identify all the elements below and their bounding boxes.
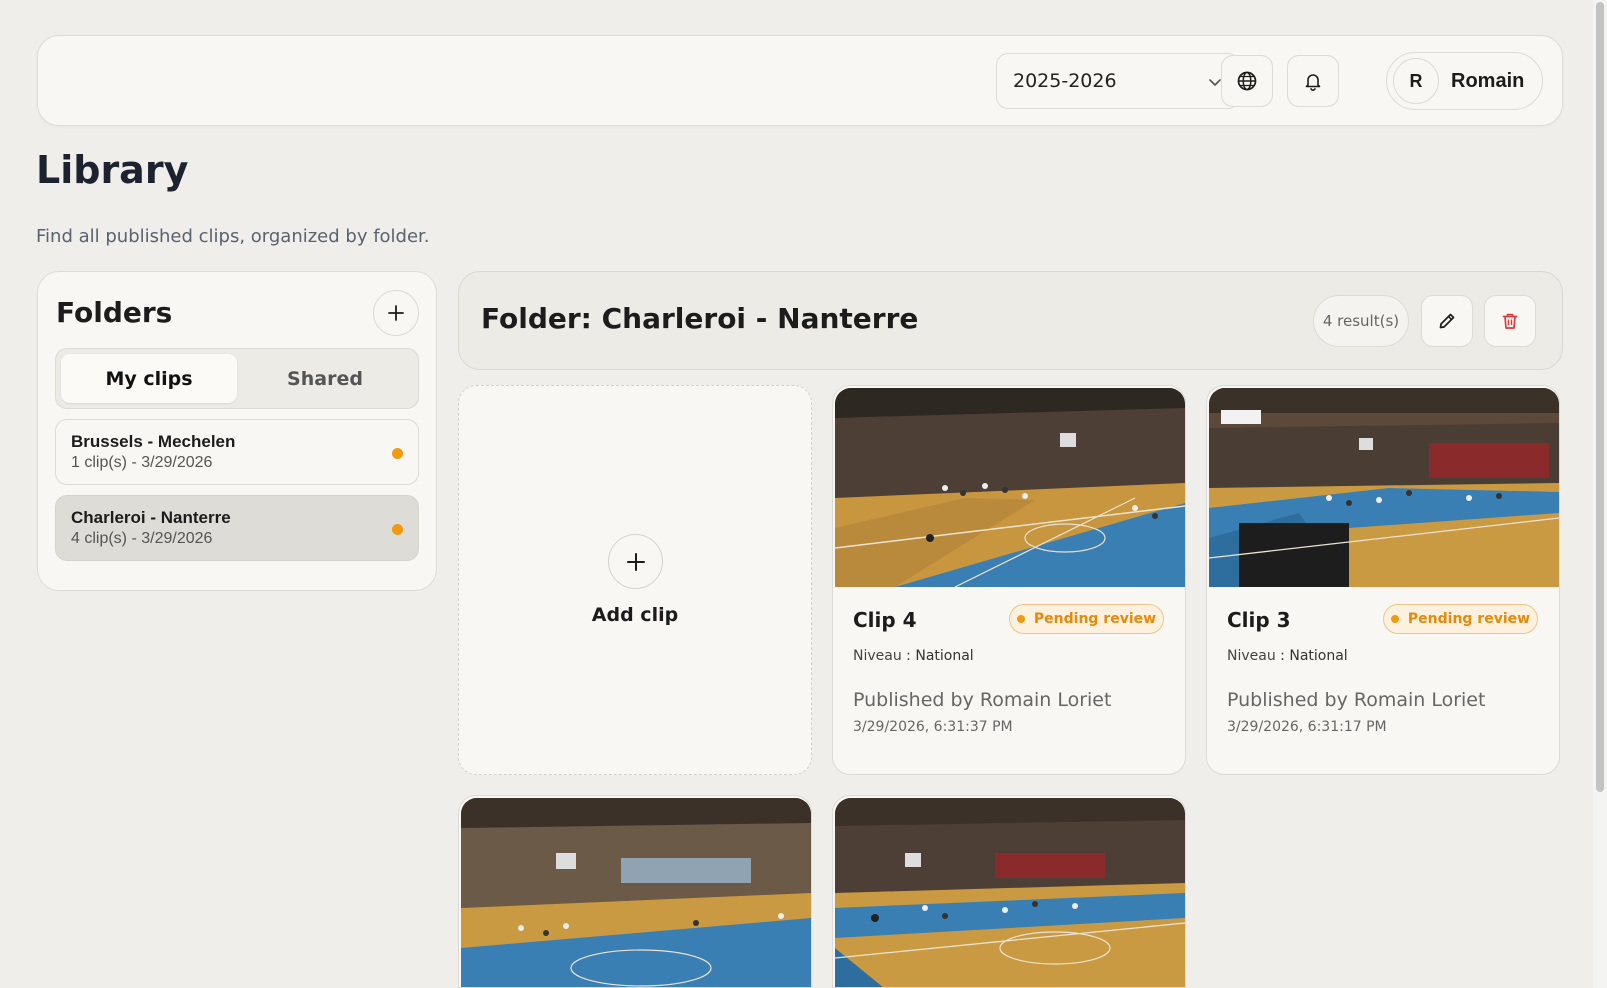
delete-folder-button[interactable] [1484, 295, 1536, 347]
clip-published-by: Published by Romain Loriet [853, 689, 1112, 711]
clip-card[interactable] [832, 795, 1186, 988]
status-label: Pending review [1033, 611, 1157, 627]
season-select-value: 2025-2026 [1013, 70, 1117, 92]
clip-level: Niveau : National [853, 648, 974, 664]
folders-panel: Folders My clips Shared Brussels - Meche… [37, 271, 437, 591]
level-label: Niveau [1227, 648, 1276, 664]
level-separator: : [1275, 648, 1290, 664]
clip-published-by: Published by Romain Loriet [1227, 689, 1486, 711]
folder-meta: 4 clip(s) - 3/29/2026 [71, 530, 213, 547]
clip-card[interactable] [458, 795, 812, 988]
notifications-button[interactable] [1287, 55, 1339, 107]
level-value: National [1289, 648, 1348, 664]
folder-item-brussels-mechelen[interactable]: Brussels - Mechelen 1 clip(s) - 3/29/202… [55, 419, 419, 485]
level-separator: : [901, 648, 916, 664]
add-clip-label: Add clip [591, 604, 679, 626]
folder-item-charleroi-nanterre[interactable]: Charleroi - Nanterre 4 clip(s) - 3/29/20… [55, 495, 419, 561]
edit-folder-button[interactable] [1421, 295, 1473, 347]
plus-icon [626, 552, 645, 571]
add-folder-button[interactable] [373, 290, 419, 336]
page-subtitle: Find all published clips, organized by f… [36, 226, 430, 247]
result-count-badge: 4 result(s) [1313, 295, 1409, 347]
status-badge: Pending review [1009, 604, 1164, 634]
clip-thumbnail[interactable] [835, 388, 1185, 587]
clip-card[interactable]: Clip 4 Pending review Niveau : National … [832, 385, 1186, 775]
clip-title: Clip 4 [853, 608, 917, 632]
user-menu-button[interactable]: R Romain [1386, 52, 1543, 110]
top-bar: 2025-2026 R Romain [37, 35, 1563, 126]
clip-date: 3/29/2026, 6:31:37 PM [853, 719, 1013, 735]
plus-icon [388, 305, 404, 321]
folder-header: Folder: Charleroi - Nanterre 4 result(s) [458, 271, 1563, 370]
clip-level: Niveau : National [1227, 648, 1348, 664]
tab-my-clips[interactable]: My clips [61, 354, 237, 403]
status-dot [1016, 615, 1025, 623]
status-badge: Pending review [1383, 604, 1538, 634]
trash-icon [1502, 313, 1518, 329]
folder-name: Charleroi - Nanterre [71, 508, 231, 527]
folder-tabs: My clips Shared [55, 348, 419, 409]
pencil-icon [1439, 313, 1455, 329]
clip-thumbnail[interactable] [461, 798, 811, 987]
clip-thumbnail[interactable] [835, 798, 1185, 987]
season-select[interactable]: 2025-2026 [996, 53, 1240, 109]
add-clip-button[interactable] [608, 534, 663, 589]
page-title: Library [36, 148, 189, 192]
vertical-scrollbar[interactable] [1593, 0, 1607, 988]
clip-card[interactable]: Clip 3 Pending review Niveau : National … [1206, 385, 1560, 775]
avatar: R [1393, 58, 1439, 104]
add-clip-card[interactable]: Add clip [458, 385, 812, 775]
level-label: Niveau [853, 648, 902, 664]
globe-icon [1237, 71, 1257, 91]
user-name: Romain [1451, 69, 1525, 92]
clip-title: Clip 3 [1227, 608, 1291, 632]
folder-name: Brussels - Mechelen [71, 432, 236, 451]
folder-status-dot [392, 448, 403, 459]
bell-icon [1305, 74, 1321, 91]
clip-date: 3/29/2026, 6:31:17 PM [1227, 719, 1387, 735]
folder-meta: 1 clip(s) - 3/29/2026 [71, 454, 213, 471]
tab-shared[interactable]: Shared [237, 354, 413, 403]
level-value: National [915, 648, 974, 664]
clip-thumbnail[interactable] [1209, 388, 1559, 587]
scrollbar-thumb[interactable] [1596, 2, 1604, 792]
folder-title: Folder: Charleroi - Nanterre [481, 302, 919, 335]
status-dot [1390, 615, 1399, 623]
status-label: Pending review [1407, 611, 1531, 627]
folder-status-dot [392, 524, 403, 535]
language-button[interactable] [1221, 55, 1273, 107]
folders-title: Folders [56, 296, 173, 329]
